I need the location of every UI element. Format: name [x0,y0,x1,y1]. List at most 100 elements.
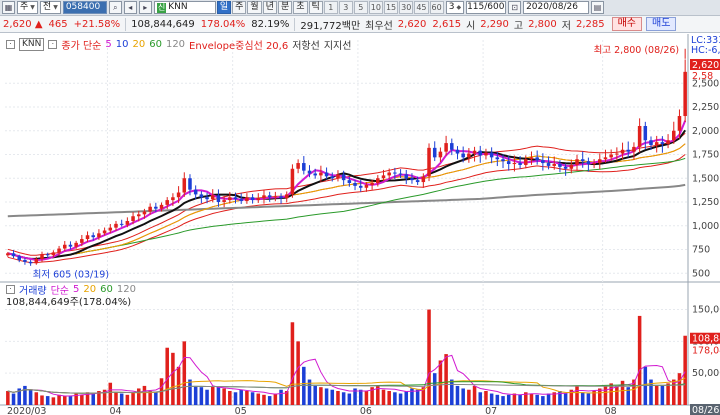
volume-bar [45,396,50,405]
menu-select[interactable]: 주 ▼ [17,1,38,14]
market-select[interactable]: 전 ▼ [39,1,61,14]
candle-body [23,259,27,262]
candle-body [256,198,261,201]
candle-body [421,176,426,183]
price-change-percent: +21.58% [73,18,121,30]
calendar-icon[interactable]: ▤ [591,1,605,14]
candle-body [546,163,551,166]
volume-bar [666,383,670,405]
candle-body [296,163,300,169]
best-quote-label: 최우선 [365,20,393,32]
period-week-button[interactable]: 주 [232,1,247,14]
view-count-field[interactable]: 115/600 [466,1,507,14]
volume-bar [142,385,147,405]
candle-body [603,157,608,160]
candle-body [188,178,192,190]
period-month-button[interactable]: 월 [247,1,262,14]
candle-body [74,242,78,247]
volume-bar [484,391,488,405]
minute-15-button[interactable]: 15 [383,1,399,14]
prev-stock-icon[interactable]: ◂ [123,1,137,14]
volume-bar [518,394,522,405]
candle-body [17,256,21,260]
period-minute-button[interactable]: 분 [277,1,293,14]
minute-1-button[interactable]: 1 [323,1,338,14]
volume-bar [165,347,169,405]
volume-value: 108,844,649 [131,18,195,30]
stock-name-field[interactable]: 신 KNN [153,1,216,14]
chevron-down-icon: ▼ [53,4,58,11]
trade-value: 291,772백만 [300,20,361,32]
period-year-button[interactable]: 년 [262,1,277,14]
interval-spinner[interactable]: 3 ◆ [445,1,465,14]
minute-45-button[interactable]: 45 [414,1,429,14]
candle-body [666,140,670,145]
candle-body [444,143,448,152]
minute-10-button[interactable]: 10 [368,1,383,14]
up-arrow-icon: ▲ [34,18,43,30]
candle-body [102,230,107,234]
volume-bar [615,385,619,405]
volume-bar [205,389,209,405]
volume-bar [296,341,300,405]
minute-30-button[interactable]: 30 [399,1,414,14]
candle-body [370,183,374,185]
date-field[interactable]: 2020/08/26 [523,1,590,14]
minute-60-button[interactable]: 60 [429,1,444,14]
chart-area[interactable]: 500 750 1,000 1,250 1,500 1,750 2,000 2,250 2,50… [0,34,720,415]
candle-body [313,173,317,176]
volume-bar [677,373,682,405]
period-second-button[interactable]: 초 [293,1,308,14]
menu-select-value: 주 [20,2,29,12]
volume-bar [654,385,659,405]
chart-canvas[interactable]: 5007501,0001,2501,5001,7502,0002,2502,50… [0,34,720,415]
volume-bar [62,396,67,405]
candle-body [387,172,391,176]
volume-bar [51,397,56,405]
hc-label: HC:-6, [691,45,720,56]
stock-code-input[interactable]: 058400 [62,1,107,14]
candle-body [284,194,289,199]
minute-3-button[interactable]: 3 [338,1,353,14]
volume-bar [501,396,505,405]
chart-icon[interactable]: ▦ [2,1,15,14]
candle-body [518,163,522,165]
open-label: 시 [466,20,476,32]
candle-body [620,149,625,154]
sell-button[interactable]: 매도 [646,17,677,31]
volume-bar [478,392,483,405]
volume-bar [40,395,44,405]
candle-body [142,211,147,215]
volume-bar [171,352,175,405]
candle-body [410,178,414,181]
candle-body [302,163,306,171]
volume-bar [182,341,187,405]
search-icon[interactable]: ⌕ [108,1,122,14]
low-price: 2,285 [575,18,605,30]
legend-checkbox-icon[interactable]: · [6,40,15,49]
candle-body [57,248,61,253]
candle-body [404,174,409,179]
lock-icon[interactable]: ⊡ [508,1,522,14]
current-price: 2,620 ▲ [0,19,46,30]
minute-5-button[interactable]: 5 [353,1,368,14]
candle-body [165,200,169,205]
volume-bar [119,393,124,405]
last-date-tag: 08/26 [692,405,719,415]
candle-body [171,197,175,201]
volume-bar [210,385,215,405]
price-legend: · KNN · 종가 단순 5 10 20 60 120 Envelope중심선… [6,37,351,52]
next-stock-icon[interactable]: ▸ [138,1,152,14]
period-tick-button[interactable]: 틱 [308,1,323,14]
volume-bar [302,366,306,405]
volume-bar [683,335,687,405]
candle-body [91,235,95,238]
buy-button[interactable]: 매수 [611,17,642,31]
legend-checkbox-icon[interactable]: · [48,40,58,49]
candle-body [654,142,659,145]
period-day-button[interactable]: 일 [216,1,232,14]
volume-bar [455,385,460,405]
candle-body [506,161,511,164]
volume-bar [461,388,465,405]
volume-bar [290,322,295,405]
